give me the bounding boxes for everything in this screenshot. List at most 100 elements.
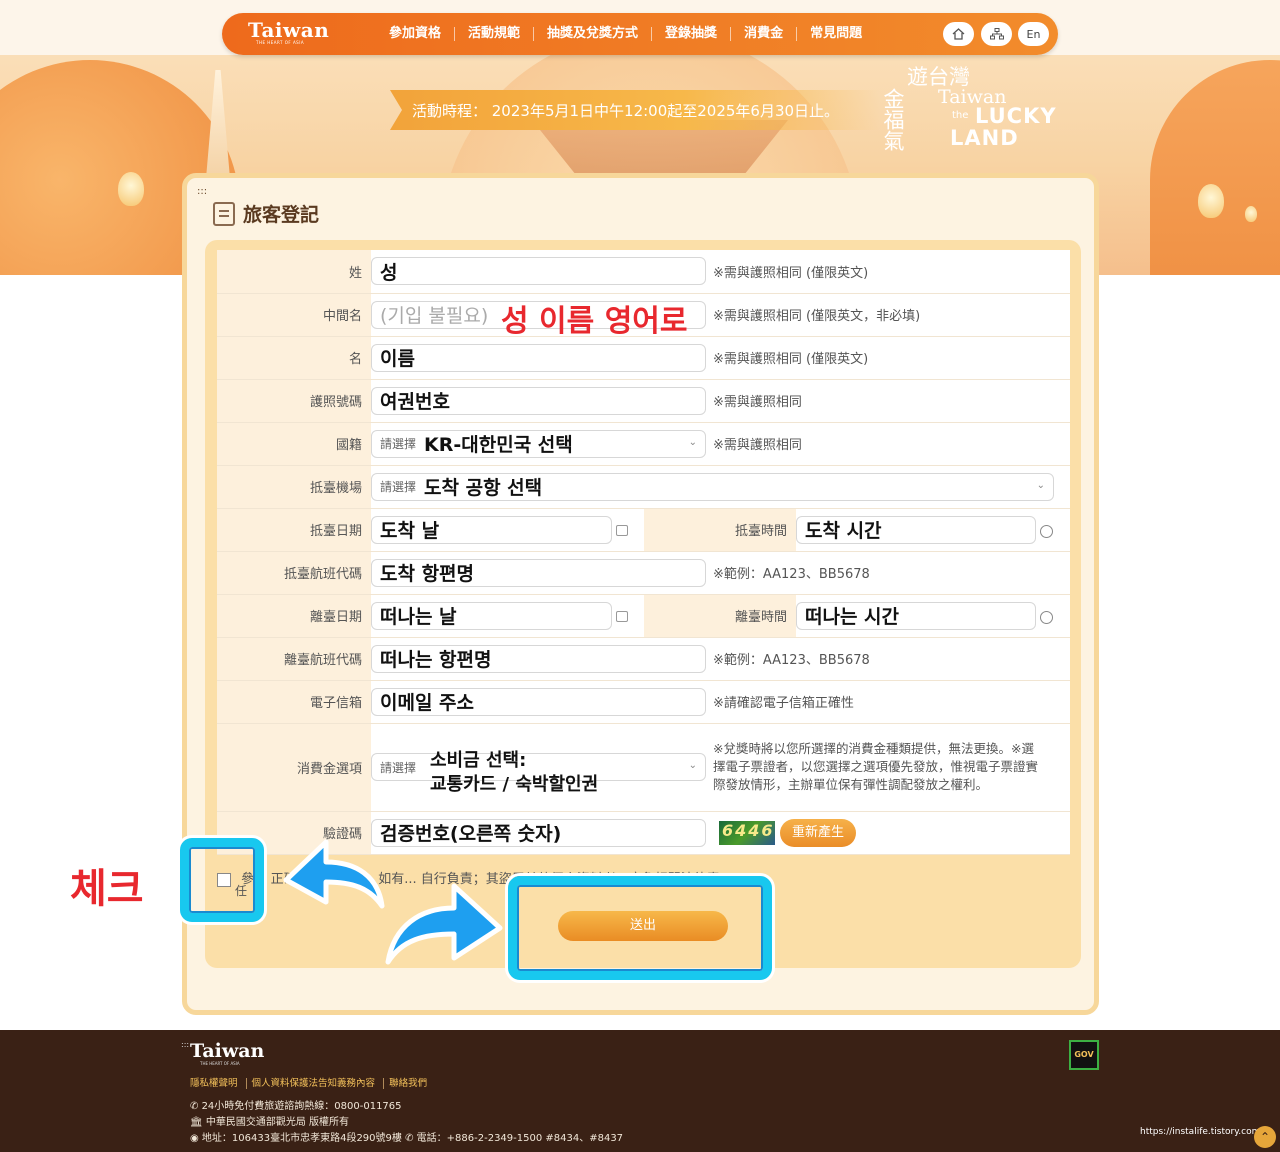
footer-dots: :::	[181, 1040, 190, 1049]
arrival-flight-input[interactable]: 도착 항편명	[371, 558, 706, 587]
email-input[interactable]: 이메일 주소	[371, 687, 706, 716]
airport-select-prefix: 請選擇	[380, 480, 417, 494]
back-to-top-button[interactable]: ⌃	[1254, 1126, 1276, 1148]
surname-label: 姓	[217, 250, 371, 294]
departure-flight-input[interactable]: 떠나는 항편명	[371, 644, 706, 673]
clock-icon[interactable]	[1040, 611, 1053, 624]
airport-select[interactable]: 請選擇 도착 공항 선택 ⌄	[371, 472, 1054, 501]
nav-item-faq[interactable]: 常見問題	[796, 27, 875, 41]
nationality-select-prefix: 請選擇	[380, 437, 417, 451]
chevron-down-icon: ⌄	[688, 760, 697, 771]
departure-date-input[interactable]: 떠나는 날	[371, 601, 612, 630]
home-icon	[952, 28, 965, 40]
taiwan-logo[interactable]: Taiwan	[248, 18, 329, 42]
footer-link-privacy[interactable]: 隱私權聲明	[190, 1078, 243, 1089]
drag-dots: :::	[197, 186, 208, 197]
captcha-input[interactable]: 검증번호(오른쪽 숫자)	[371, 818, 706, 847]
form-row-given-name: 名 이름 ※需與護照相同 (僅限英文)	[217, 336, 1070, 380]
voucher-select[interactable]: 請選擇 소비금 선택: 교통카드 / 숙박할인권 ⌄	[371, 750, 706, 795]
nationality-select-value: KR-대한민국 선택	[424, 434, 573, 456]
voucher-note: ※兌獎時將以您所選擇的消費金種類提供，無法更換。※選擇電子票證者，以您選擇之選項…	[713, 741, 1039, 792]
phone-icon: ✆	[405, 1133, 417, 1144]
gov-badge[interactable]: GOV	[1069, 1040, 1099, 1070]
submit-highlight-box	[508, 876, 772, 980]
passport-note: ※需與護照相同	[713, 395, 802, 410]
lantern-icon	[1198, 184, 1224, 218]
form-title: 旅客登記	[213, 200, 319, 227]
nav-item-eligibility[interactable]: 參加資格	[382, 27, 454, 41]
site-footer: ::: Taiwan THE HEART OF ASIA 隱私權聲明 個人資料保…	[0, 1030, 1280, 1152]
middle-name-note: ※需與護照相同 (僅限英文，非必填)	[713, 309, 921, 324]
surname-input[interactable]: 성	[371, 257, 706, 286]
footer-address-text: 地址：106433臺北市忠孝東路4段290號9樓	[201, 1133, 402, 1144]
taiwan-logo-sub: THE HEART OF ASIA	[256, 40, 305, 45]
form-row-surname: 姓 성 ※需與護照相同 (僅限英文)	[217, 250, 1070, 294]
language-button[interactable]: En	[1018, 22, 1049, 46]
arrival-time-label: 抵臺時間	[644, 508, 796, 552]
nav-item-lottery[interactable]: 抽獎及兌獎方式	[533, 27, 651, 41]
given-name-input[interactable]: 이름	[371, 343, 706, 372]
lucky-en-3: LAND	[950, 126, 1019, 150]
voucher-value-line-1: 소비금 선택:	[430, 750, 527, 771]
form-row-passport: 護照號碼 여권번호 ※需與護照相同	[217, 379, 1070, 423]
nationality-label: 國籍	[217, 422, 371, 466]
arrival-time-input[interactable]: 도착 시간	[796, 515, 1036, 544]
footer-taiwan-logo: Taiwan	[190, 1040, 265, 1062]
name-hint-annotation: 성 이름 영어로	[501, 303, 688, 339]
phone-icon: ✆	[190, 1101, 202, 1112]
arrow-left-icon	[283, 839, 385, 909]
sitemap-icon	[989, 28, 1004, 40]
calendar-icon[interactable]	[616, 611, 628, 622]
nav-item-voucher[interactable]: 消費金	[730, 27, 796, 41]
activity-period-ribbon: 活動時程： 2023年5月1日中午12:00起至2025年6月30日止。	[390, 90, 880, 130]
checkbox-highlight-box	[180, 838, 264, 922]
activity-period-text: 活動時程： 2023年5月1日中午12:00起至2025年6月30日止。	[412, 102, 840, 120]
form-edit-icon	[213, 201, 235, 226]
check-annotation: 체크	[70, 866, 144, 912]
footer-copyright: 🏛 中華民國交通部觀光局 版權所有	[190, 1113, 349, 1128]
arrival-date-label: 抵臺日期	[217, 508, 371, 552]
nav-item-register[interactable]: 登錄抽獎	[651, 27, 730, 41]
clock-icon[interactable]	[1040, 525, 1053, 538]
departure-time-input[interactable]: 떠나는 시간	[796, 601, 1036, 630]
calendar-icon[interactable]	[616, 525, 628, 536]
passport-label: 護照號碼	[217, 379, 371, 423]
nationality-note: ※需與護照相同	[713, 438, 802, 453]
passport-input[interactable]: 여권번호	[371, 386, 706, 415]
watermark-url: https://instalife.tistory.com	[1140, 1127, 1261, 1137]
airport-select-value: 도착 공항 선택	[424, 477, 543, 499]
lucky-cn-2: 金福氣	[881, 88, 905, 151]
departure-flight-note: ※範例：AA123、BB5678	[713, 653, 870, 668]
form-row-nationality: 國籍 請選擇 KR-대한민국 선택 ⌄ ※需與護照相同	[217, 422, 1070, 466]
footer-hotline-text: 24小時免付費旅遊諮詢熱線：0800-011765	[201, 1101, 402, 1112]
surname-note: ※需與護照相同 (僅限英文)	[713, 265, 869, 281]
lantern-icon	[118, 172, 144, 206]
regenerate-captcha-button[interactable]: 重新產生	[780, 818, 857, 847]
footer-link-contact[interactable]: 聯絡我們	[383, 1078, 433, 1089]
departure-flight-label: 離臺航班代碼	[217, 637, 371, 681]
nav-item-rules[interactable]: 活動規範	[454, 27, 533, 41]
sitemap-button[interactable]	[981, 22, 1012, 46]
nav-menu: 參加資格 活動規範 抽獎及兌獎方式 登錄抽獎 消費金 常見問題	[382, 13, 875, 55]
form-row-departure: 離臺日期 떠나는 날 離臺時間 떠나는 시간	[217, 594, 1070, 638]
footer-address: ◉ 地址：106433臺北市忠孝東路4段290號9樓 ✆ 電話：+886-2-2…	[190, 1129, 623, 1144]
footer-hotline: ✆ 24小時免付費旅遊諮詢熱線：0800-011765	[190, 1097, 402, 1112]
chevron-down-icon: ⌄	[1036, 479, 1045, 491]
voucher-select-value: 소비금 선택: 교통카드 / 숙박할인권	[430, 749, 598, 797]
middle-name-label: 中間名	[217, 293, 371, 337]
lucky-land-logo: 遊台灣 金福氣 Taiwan the LUCKY LAND	[880, 66, 1080, 166]
voucher-select-prefix: 請選擇	[380, 760, 417, 775]
voucher-value-line-2: 교통카드 / 숙박할인권	[430, 774, 599, 795]
arrival-flight-label: 抵臺航班代碼	[217, 551, 371, 595]
home-button[interactable]	[943, 22, 974, 46]
arrival-date-input[interactable]: 도착 날	[371, 515, 612, 544]
email-label: 電子信箱	[217, 680, 371, 724]
lucky-en-small: the	[952, 110, 969, 121]
banner-sun-right	[1150, 60, 1280, 275]
footer-phone-text: 電話：+886-2-2349-1500 #8434、#8437	[416, 1133, 624, 1144]
footer-link-personal-data[interactable]: 個人資料保護法告知義務內容	[245, 1078, 381, 1089]
nationality-select[interactable]: 請選擇 KR-대한민국 선택 ⌄	[371, 429, 706, 458]
departure-time-label: 離臺時間	[644, 594, 796, 638]
arrow-right-icon	[385, 883, 503, 965]
airport-label: 抵臺機場	[217, 465, 371, 509]
